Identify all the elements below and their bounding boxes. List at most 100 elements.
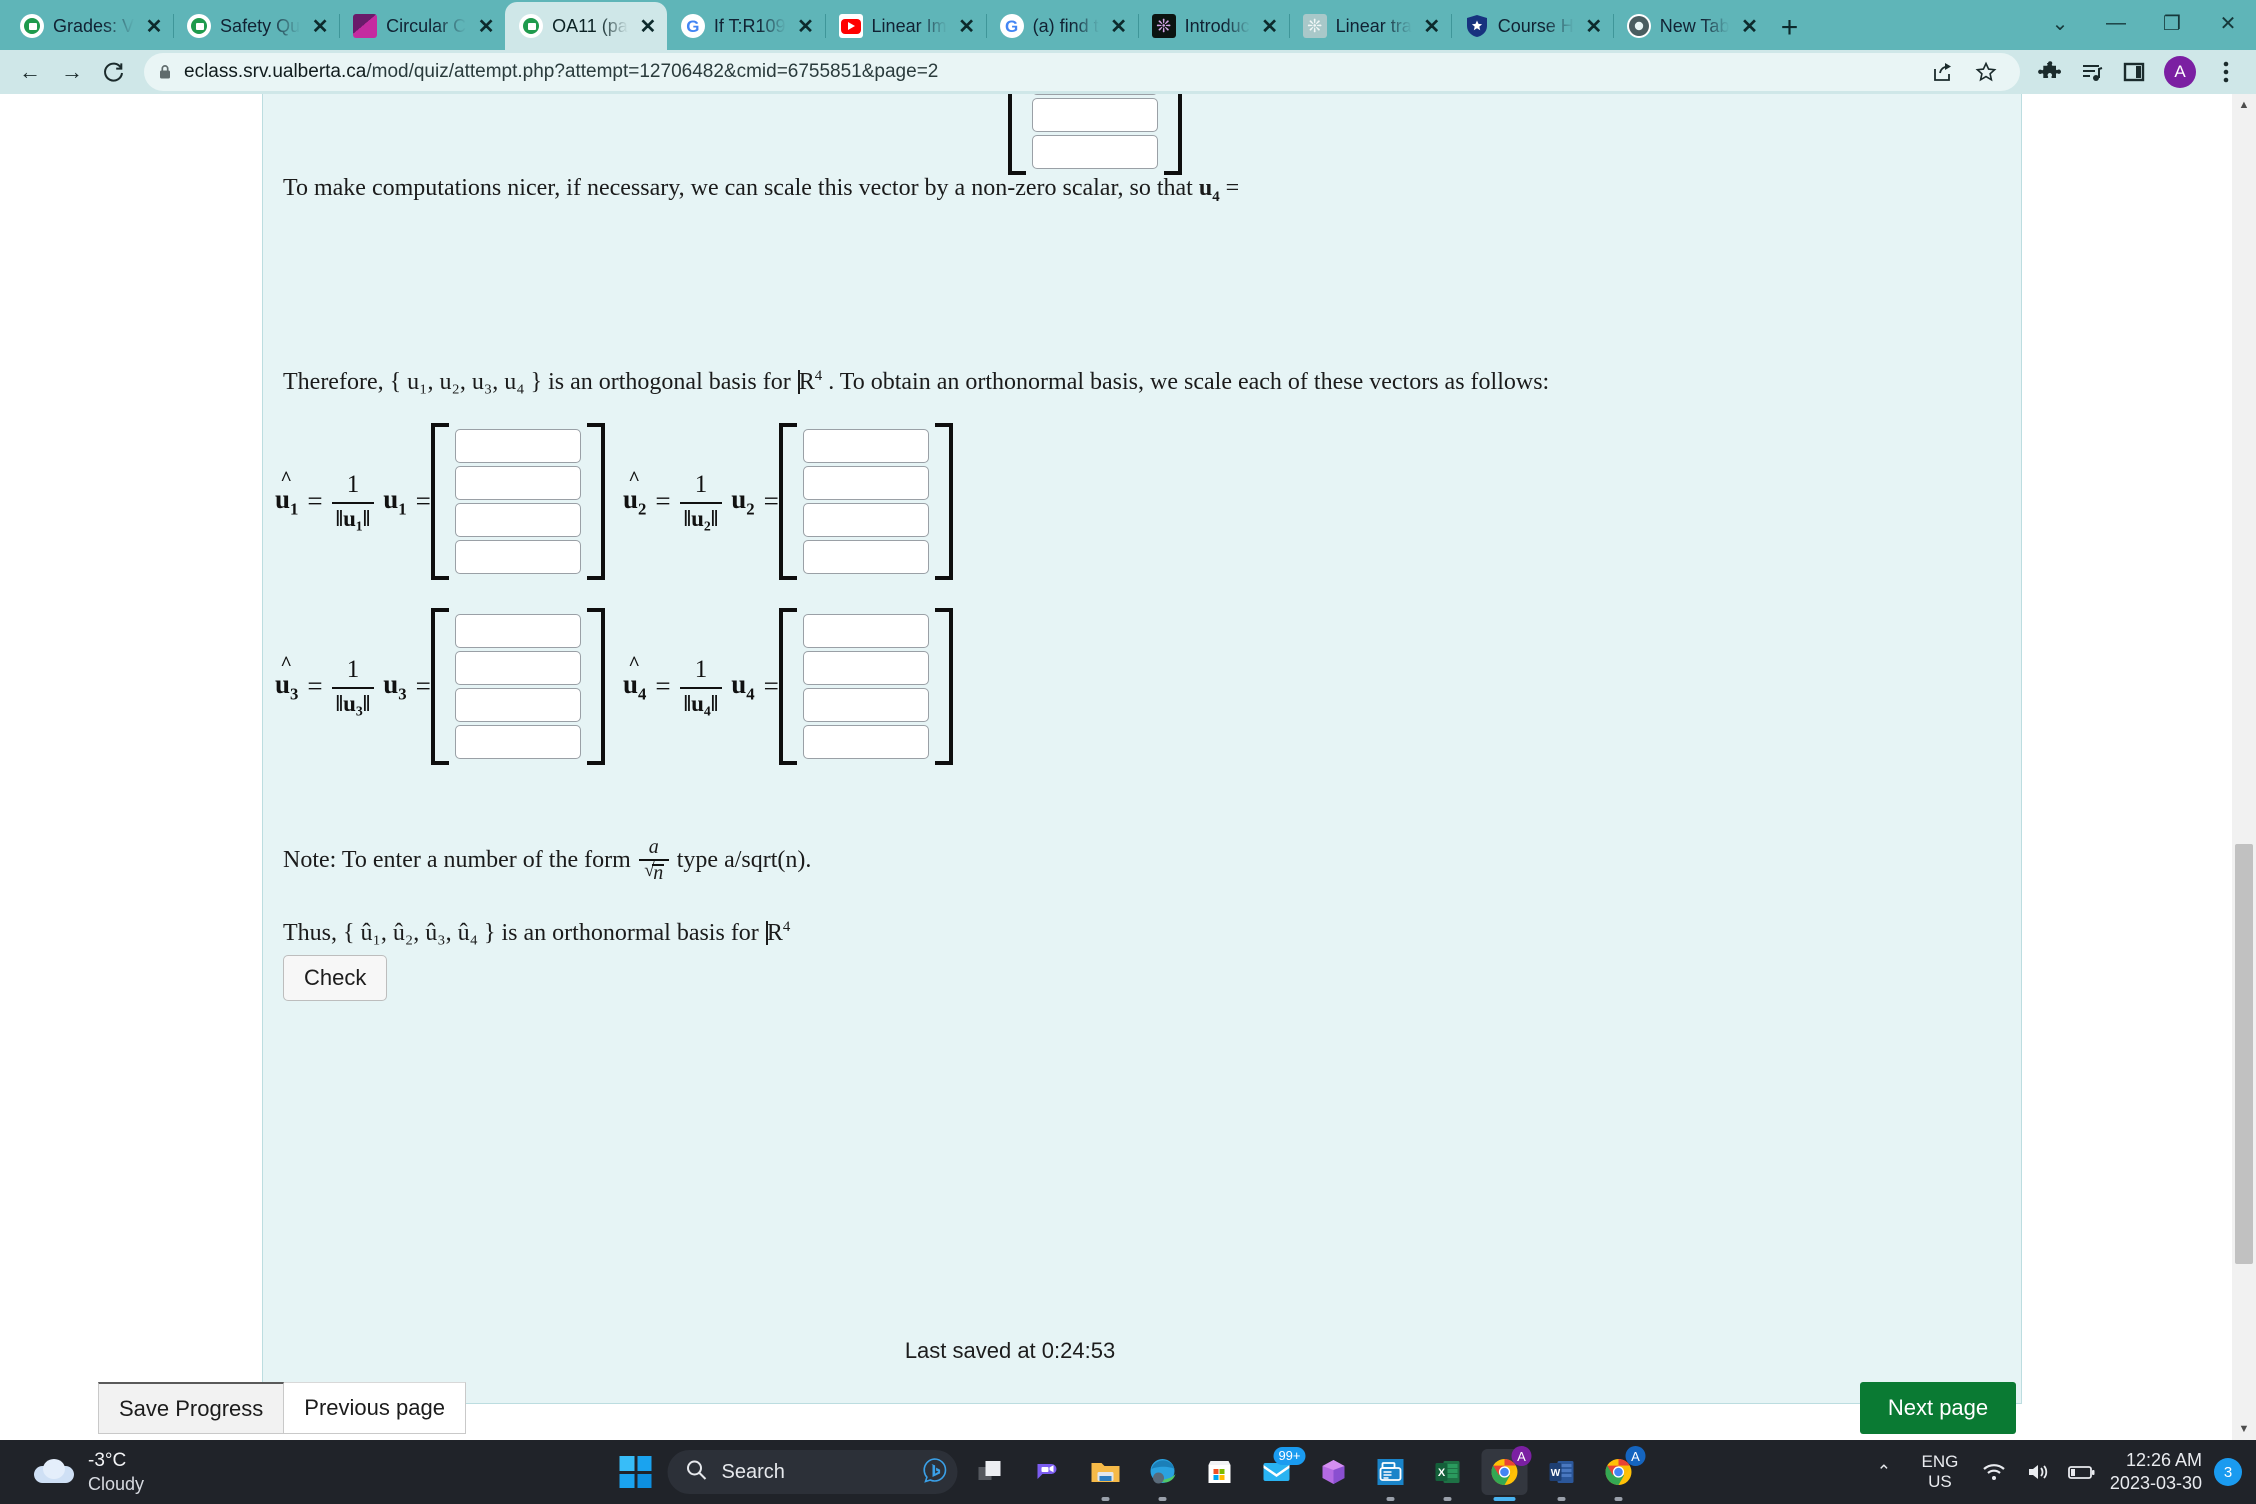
answer-input[interactable] bbox=[802, 503, 929, 537]
maximize-icon[interactable]: ❐ bbox=[2144, 0, 2200, 46]
answer-input[interactable] bbox=[454, 429, 581, 463]
extensions-puzzle-icon[interactable] bbox=[2030, 52, 2070, 92]
windows-start-icon[interactable] bbox=[615, 1451, 657, 1493]
chrome-icon[interactable]: A bbox=[1596, 1446, 1646, 1501]
answer-input[interactable] bbox=[454, 540, 581, 574]
back-icon[interactable]: ← bbox=[10, 52, 50, 92]
answer-input[interactable] bbox=[454, 503, 581, 537]
word-icon[interactable]: W bbox=[1539, 1449, 1585, 1501]
scrollbar-thumb[interactable] bbox=[2235, 844, 2253, 1264]
answer-input[interactable] bbox=[454, 614, 581, 648]
answer-input[interactable] bbox=[454, 466, 581, 500]
answer-input[interactable] bbox=[802, 725, 929, 759]
reload-icon[interactable] bbox=[94, 52, 134, 92]
answer-input[interactable] bbox=[454, 688, 581, 722]
close-icon[interactable]: ✕ bbox=[1583, 15, 1605, 38]
save-progress-button[interactable]: Save Progress bbox=[98, 1382, 285, 1434]
close-icon[interactable]: ✕ bbox=[1108, 15, 1130, 38]
answer-input[interactable] bbox=[1032, 94, 1158, 95]
browser-menu-icon[interactable] bbox=[2206, 52, 2246, 92]
formula-u4: u4 = 1 ‖u₄‖ u4 = bbox=[623, 657, 779, 716]
browser-tab[interactable]: Circular C ✕ bbox=[339, 2, 505, 50]
answer-input[interactable] bbox=[1032, 135, 1158, 169]
avatar[interactable]: A bbox=[2164, 56, 2196, 88]
battery-icon[interactable] bbox=[2060, 1450, 2104, 1494]
volume-icon[interactable] bbox=[2016, 1450, 2060, 1494]
answer-input[interactable] bbox=[454, 725, 581, 759]
weather-widget[interactable]: -3°C Cloudy bbox=[0, 1449, 144, 1495]
last-saved-status: Last saved at 0:24:53 bbox=[904, 1338, 1116, 1363]
answer-input[interactable] bbox=[802, 651, 929, 685]
note-post: type a/sqrt(n). bbox=[676, 846, 812, 873]
edge-icon[interactable] bbox=[1140, 1449, 1186, 1501]
browser-tab[interactable]: (a) find t ✕ bbox=[985, 2, 1138, 50]
teams-icon[interactable] bbox=[1026, 1449, 1072, 1495]
vertical-scrollbar[interactable]: ▲ ▼ bbox=[2232, 94, 2256, 1440]
browser-tab[interactable]: Linear Im ✕ bbox=[824, 2, 986, 50]
answer-input[interactable] bbox=[1032, 98, 1158, 132]
wifi-icon[interactable] bbox=[1972, 1450, 2016, 1494]
close-icon[interactable]: ✕ bbox=[475, 15, 497, 38]
share-icon[interactable] bbox=[1922, 52, 1962, 92]
scroll-up-icon[interactable]: ▲ bbox=[2232, 94, 2256, 116]
chrome-icon[interactable]: A bbox=[1481, 1446, 1532, 1501]
task-view-icon[interactable] bbox=[969, 1449, 1015, 1495]
answer-input[interactable] bbox=[802, 614, 929, 648]
check-button[interactable]: Check bbox=[283, 955, 388, 1001]
notification-badge[interactable]: 3 bbox=[2214, 1458, 2242, 1486]
office-icon[interactable] bbox=[1311, 1449, 1357, 1495]
close-window-icon[interactable]: ✕ bbox=[2200, 0, 2256, 46]
excel-icon[interactable]: X bbox=[1425, 1449, 1471, 1501]
close-icon[interactable]: ✕ bbox=[1738, 15, 1760, 38]
close-icon[interactable]: ✕ bbox=[795, 15, 817, 38]
file-explorer-icon[interactable] bbox=[1083, 1449, 1129, 1501]
numerator: a bbox=[648, 836, 659, 858]
close-icon[interactable]: ✕ bbox=[309, 15, 331, 38]
answer-input[interactable] bbox=[802, 429, 929, 463]
show-hidden-icons-icon[interactable]: ⌃ bbox=[1860, 1450, 1908, 1494]
mail-icon[interactable]: 99+ bbox=[1254, 1447, 1306, 1495]
browser-tab[interactable]: If T:R109 ✕ bbox=[667, 2, 825, 50]
answer-input[interactable] bbox=[802, 466, 929, 500]
clock[interactable]: 12:26 AM 2023-03-30 bbox=[2104, 1449, 2214, 1496]
previous-page-button[interactable]: Previous page bbox=[284, 1382, 466, 1434]
answer-input[interactable] bbox=[802, 688, 929, 722]
close-icon[interactable]: ✕ bbox=[143, 15, 165, 38]
next-page-button[interactable]: Next page bbox=[1860, 1382, 2016, 1434]
close-icon[interactable]: ✕ bbox=[956, 15, 978, 38]
side-panel-icon[interactable] bbox=[2114, 52, 2154, 92]
answer-input[interactable] bbox=[454, 651, 581, 685]
taskbar-apps: Search 99+ X A W A bbox=[615, 1446, 1646, 1501]
bookmark-star-icon[interactable] bbox=[1966, 52, 2006, 92]
browser-tab-active[interactable]: OA11 (pa ✕ bbox=[505, 2, 667, 50]
vector-u4-label: u4 bbox=[731, 668, 755, 704]
bing-chat-icon[interactable] bbox=[922, 1457, 948, 1488]
browser-tab[interactable]: New Tab ✕ bbox=[1612, 2, 1769, 50]
minimize-icon[interactable]: — bbox=[2088, 0, 2144, 46]
equals-sign: = bbox=[655, 485, 671, 516]
browser-tab[interactable]: Grades: V ✕ bbox=[6, 2, 173, 50]
answer-input[interactable] bbox=[802, 540, 929, 574]
forward-icon[interactable]: → bbox=[52, 52, 92, 92]
new-tab-button[interactable]: + bbox=[1768, 6, 1810, 50]
tab-title: New Tab bbox=[1659, 15, 1730, 36]
tab-strip: Grades: V ✕ Safety Qu ✕ Circular C ✕ OA1… bbox=[0, 0, 2256, 50]
browser-tab[interactable]: ❊ Linear tra ✕ bbox=[1288, 2, 1451, 50]
close-icon[interactable]: ✕ bbox=[1259, 15, 1281, 38]
browser-tab[interactable]: Safety Qu ✕ bbox=[173, 2, 339, 50]
print-scan-icon[interactable] bbox=[1368, 1449, 1414, 1501]
browser-tab[interactable]: Course H ✕ bbox=[1450, 2, 1613, 50]
google-icon bbox=[999, 14, 1024, 38]
search-input[interactable]: Search bbox=[667, 1450, 958, 1494]
shield-star-icon bbox=[1465, 14, 1489, 38]
close-icon[interactable]: ✕ bbox=[1421, 15, 1443, 38]
language-indicator[interactable]: ENG US bbox=[1908, 1452, 1972, 1493]
microsoft-store-icon[interactable] bbox=[1197, 1449, 1243, 1495]
collapse-icon[interactable]: ⌄ bbox=[2032, 0, 2088, 46]
close-icon[interactable]: ✕ bbox=[637, 15, 659, 38]
scroll-down-icon[interactable]: ▼ bbox=[2232, 1418, 2256, 1440]
right-bracket bbox=[586, 608, 605, 765]
reading-list-icon[interactable] bbox=[2072, 52, 2112, 92]
browser-tab[interactable]: ❊ Introduc ✕ bbox=[1137, 2, 1289, 50]
address-bar[interactable]: eclass.srv.ualberta.ca/mod/quiz/attempt.… bbox=[144, 53, 2020, 91]
